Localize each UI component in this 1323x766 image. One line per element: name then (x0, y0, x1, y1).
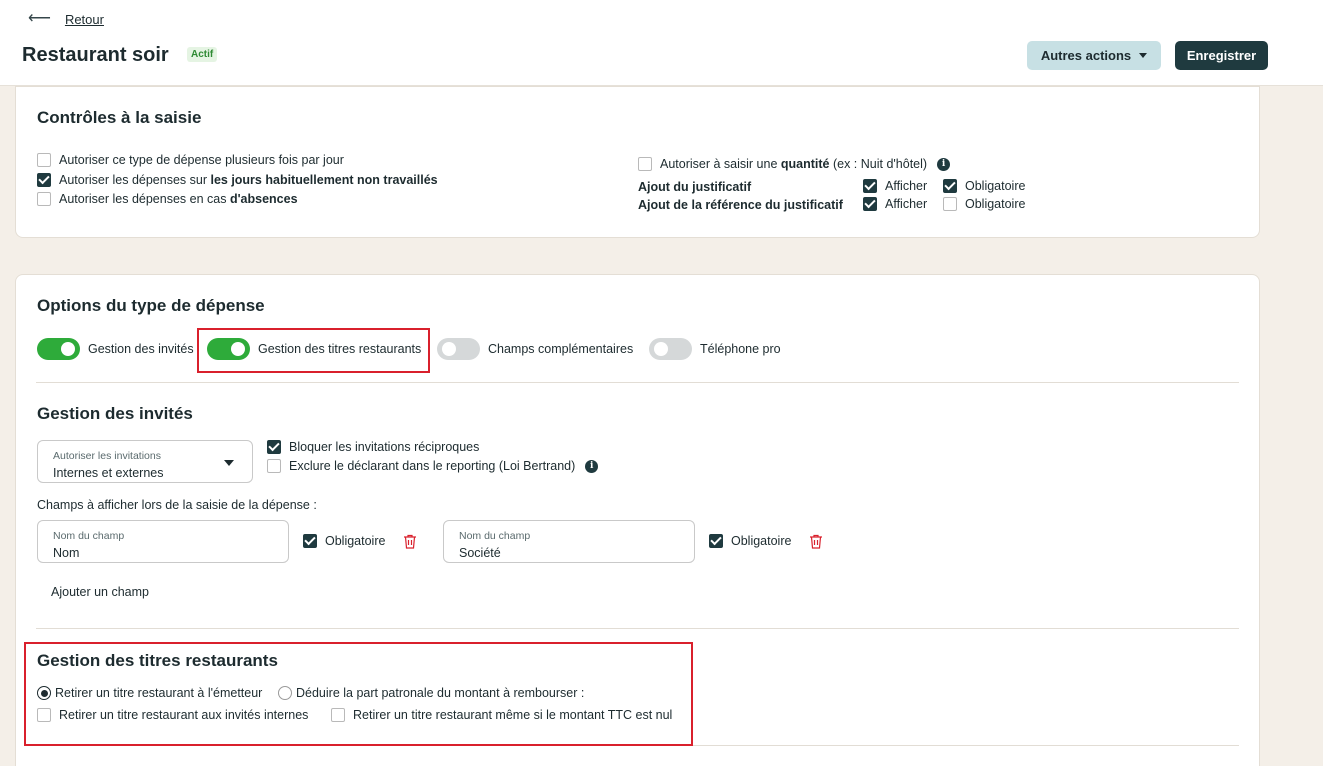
option-label-suffix: (ex : Nuit d'hôtel) (829, 157, 928, 171)
justif-required-option[interactable]: Obligatoire (943, 179, 1025, 193)
justif-ref-row-label: Ajout de la référence du justificatif (638, 198, 843, 212)
option-label: Obligatoire (731, 534, 792, 548)
guest-field-company-input[interactable]: Nom du champ Société (443, 520, 695, 563)
toggle-work-phone[interactable]: Téléphone pro (649, 338, 781, 360)
checkbox[interactable] (943, 179, 957, 193)
field-label: Nom du champ (459, 530, 531, 542)
option-label-bold: quantité (780, 157, 830, 171)
controls-card: Contrôles à la saisie Autoriser ce type … (15, 86, 1260, 238)
header-bar: ⟵ Retour Restaurant soir Actif Autres ac… (0, 0, 1323, 86)
control-option-non-working-days[interactable]: Autoriser les dépenses sur les jours hab… (37, 173, 438, 187)
field-value: Société (459, 546, 501, 560)
checkbox[interactable] (709, 534, 723, 548)
toggle-switch[interactable] (649, 338, 692, 360)
guest-field-name-required[interactable]: Obligatoire (303, 534, 385, 548)
option-label: Autoriser les dépenses en cas (59, 192, 230, 206)
option-label: Afficher (885, 179, 928, 193)
toggle-switch[interactable] (437, 338, 480, 360)
toggle-label: Gestion des invités (88, 342, 194, 356)
exclude-declarant-option[interactable]: Exclure le déclarant dans le reporting (… (267, 459, 599, 473)
checkbox[interactable] (37, 192, 51, 206)
option-label: Autoriser à saisir une (660, 157, 781, 171)
option-label: Obligatoire (965, 197, 1026, 211)
invitations-select[interactable]: Autoriser les invitations Internes et ex… (37, 440, 253, 483)
caret-down-icon (1139, 53, 1148, 58)
guest-field-name-input[interactable]: Nom du champ Nom (37, 520, 289, 563)
checkbox[interactable] (267, 440, 281, 454)
toggle-label: Champs complémentaires (488, 342, 634, 356)
save-button[interactable]: Enregistrer (1175, 41, 1268, 70)
add-field-button[interactable]: Ajouter un champ (51, 585, 149, 599)
checkbox[interactable] (943, 197, 957, 211)
back-link-label: Retour (64, 11, 104, 27)
toggle-label: Téléphone pro (700, 342, 781, 356)
justif-row-label: Ajout du justificatif (638, 180, 752, 194)
guest-field-company-required[interactable]: Obligatoire (709, 534, 791, 548)
checkbox[interactable] (303, 534, 317, 548)
highlight-box (197, 328, 430, 373)
fields-caption: Champs à afficher lors de la saisie de l… (37, 498, 317, 512)
options-title: Options du type de dépense (37, 296, 265, 315)
justif-show-option[interactable]: Afficher (863, 179, 927, 193)
checkbox[interactable] (863, 197, 877, 211)
checkbox[interactable] (863, 179, 877, 193)
divider (36, 382, 1239, 383)
field-label: Autoriser les invitations (53, 450, 161, 462)
option-label: Exclure le déclarant dans le reporting (… (289, 459, 576, 473)
toggle-guests[interactable]: Gestion des invités (37, 338, 194, 360)
other-actions-button[interactable]: Autres actions (1027, 41, 1161, 70)
toggle-switch[interactable] (37, 338, 80, 360)
block-reciprocal-option[interactable]: Bloquer les invitations réciproques (267, 440, 479, 454)
option-label: Afficher (885, 197, 928, 211)
field-label: Nom du champ (53, 530, 125, 542)
toggle-extra-fields[interactable]: Champs complémentaires (437, 338, 633, 360)
page-title: Restaurant soir (22, 44, 169, 66)
control-option-multiple-per-day[interactable]: Autoriser ce type de dépense plusieurs f… (37, 153, 344, 167)
info-icon[interactable]: i (937, 157, 951, 171)
option-label-bold: d'absences (229, 192, 298, 206)
option-label: Autoriser ce type de dépense plusieurs f… (59, 153, 344, 167)
controls-title: Contrôles à la saisie (37, 108, 202, 127)
field-value: Internes et externes (53, 466, 164, 480)
caret-down-icon (224, 460, 234, 466)
info-icon[interactable]: i (585, 459, 599, 473)
checkbox[interactable] (37, 173, 51, 187)
field-value: Nom (53, 546, 80, 560)
option-label-bold: les jours habituellement non travaillés (210, 173, 438, 187)
highlight-box (24, 642, 693, 746)
option-label: Autoriser les dépenses sur (59, 173, 211, 187)
arrow-left-icon: ⟵ (28, 10, 51, 27)
control-option-absences[interactable]: Autoriser les dépenses en cas d'absences (37, 192, 298, 206)
checkbox[interactable] (638, 157, 652, 171)
other-actions-label: Autres actions (1040, 48, 1132, 63)
back-link[interactable]: ⟵ Retour (28, 11, 104, 27)
trash-icon[interactable] (403, 534, 417, 549)
justif-ref-show-option[interactable]: Afficher (863, 197, 927, 211)
checkbox[interactable] (267, 459, 281, 473)
trash-icon[interactable] (809, 534, 823, 549)
status-badge: Actif (187, 47, 218, 62)
justif-ref-required-option[interactable]: Obligatoire (943, 197, 1025, 211)
option-label: Obligatoire (325, 534, 386, 548)
checkbox[interactable] (37, 153, 51, 167)
option-label: Obligatoire (965, 179, 1026, 193)
option-label: Bloquer les invitations réciproques (289, 440, 480, 454)
control-option-quantity[interactable]: Autoriser à saisir une quantité (ex : Nu… (638, 157, 951, 171)
guests-title: Gestion des invités (37, 404, 193, 423)
divider (36, 628, 1239, 629)
